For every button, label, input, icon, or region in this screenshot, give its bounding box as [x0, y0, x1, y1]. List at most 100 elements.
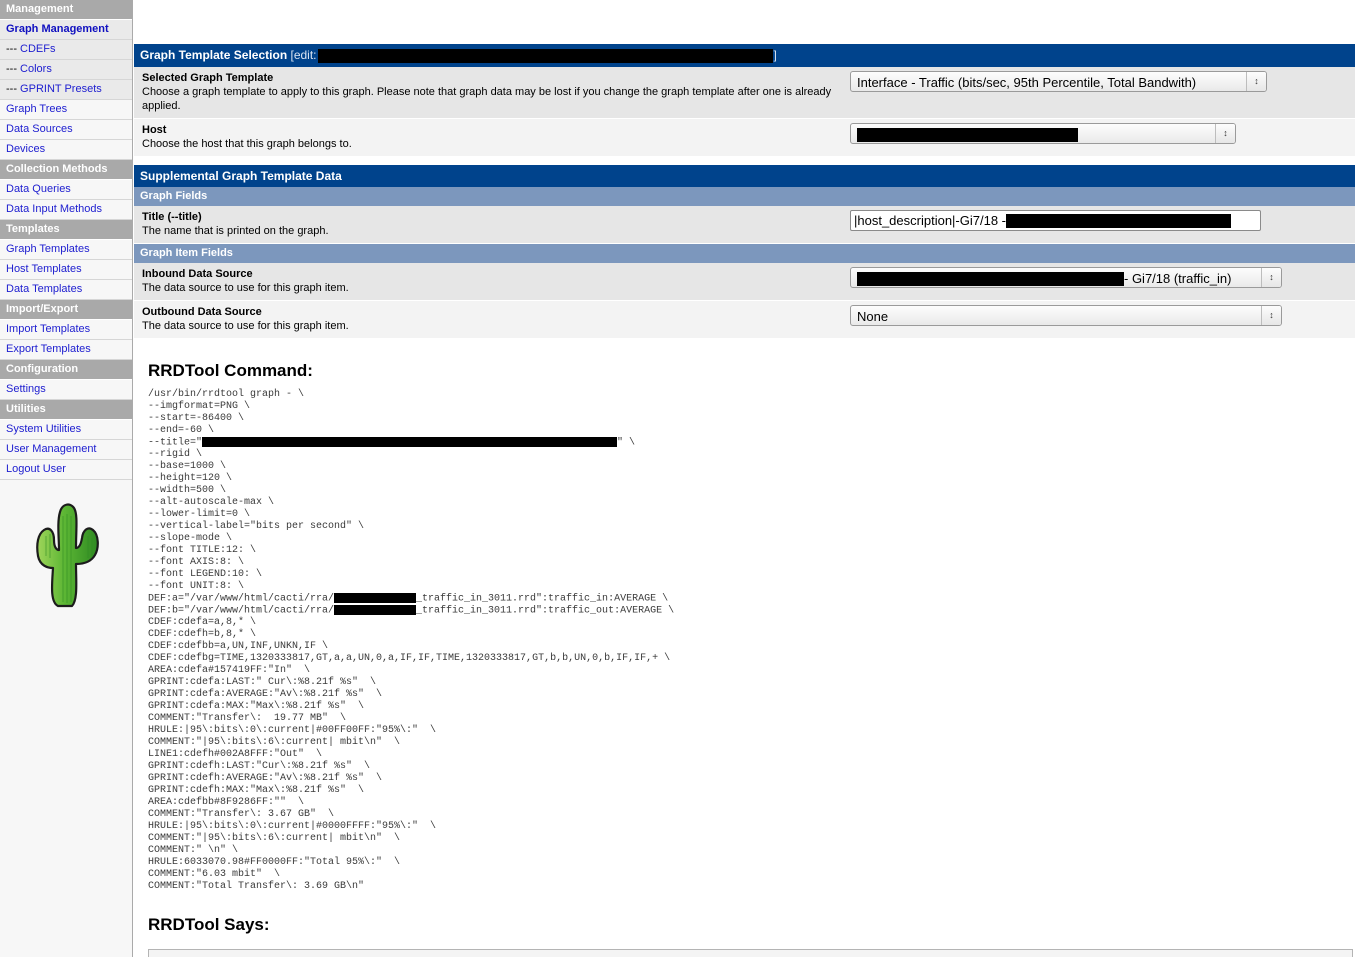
- rrdtool-command-line: --imgformat=PNG \: [148, 400, 251, 412]
- cacti-graph-management-page: Management Graph Management --- CDEFs --- C…: [0, 0, 1361, 957]
- sidebar-item-label: Import Templates: [6, 323, 91, 335]
- sidebar-item-export-templates[interactable]: Export Templates: [0, 340, 132, 360]
- title-field-label: Title (--title): [142, 210, 202, 223]
- title-input-value: |host_description|-Gi7/18 -: [854, 212, 1006, 228]
- title-input[interactable]: |host_description|-Gi7/18 -: [850, 209, 1261, 231]
- host-select-value-redacted: [857, 128, 1078, 143]
- rrdtool-says-heading: RRDTool Says:: [148, 914, 270, 934]
- command-line-redacted: [202, 436, 618, 447]
- inbound-value-redacted: [857, 272, 1124, 287]
- sidebar-group-header: Import/Export: [0, 300, 132, 320]
- sidebar-item-logout-user[interactable]: Logout User: [0, 460, 132, 480]
- selected-graph-template-label-cell: Selected Graph Template Choose a graph t…: [134, 67, 850, 118]
- sidebar-item-label: Graph Management: [6, 23, 109, 35]
- rrdtool-command-line: --rigid \: [148, 448, 203, 460]
- sidebar-item-label: Data Templates: [6, 283, 83, 295]
- rrdtool-command-line: /usr/bin/rrdtool graph - \: [148, 388, 305, 400]
- host-select[interactable]: ↕: [850, 122, 1236, 144]
- sidebar-item-data-sources[interactable]: Data Sources: [0, 120, 132, 140]
- sidebar-item-label: CDEFs: [20, 43, 56, 55]
- sidebar-group-header: Collection Methods: [0, 160, 132, 180]
- rrdtool-command-line: COMMENT:"6.03 mbit" \: [148, 868, 281, 880]
- edit-label: [edit:: [290, 48, 317, 62]
- inbound-label-cell: Inbound Data Source The data source to u…: [134, 263, 850, 300]
- sidebar-item-colors[interactable]: --- Colors: [0, 60, 132, 80]
- command-line-redacted: [334, 592, 417, 603]
- sidebar-group-header: Configuration: [0, 360, 132, 380]
- outbound-data-source-select[interactable]: None ↕: [850, 304, 1282, 326]
- sidebar-item-label: Data Sources: [6, 123, 73, 135]
- sidebar-item-data-queries[interactable]: Data Queries: [0, 180, 132, 200]
- sidebar-item-label: GPRINT Presets: [20, 83, 102, 95]
- sidebar-item-cdefs[interactable]: --- CDEFs: [0, 40, 132, 60]
- rrdtool-command-line: GPRINT:cdefh:LAST:"Cur\:%8.21f %s" \: [148, 760, 371, 772]
- command-line-suffix: " \: [617, 437, 636, 449]
- title-label-cell: Title (--title) The name that is printed…: [134, 206, 850, 243]
- outbound-select-value: None: [857, 308, 889, 324]
- selected-graph-template-field-cell: Interface - Traffic (bits/sec, 95th Perc…: [850, 67, 1355, 97]
- sidebar-item-gprint-presets[interactable]: --- GPRINT Presets: [0, 80, 132, 100]
- sidebar-item-label: Data Input Methods: [6, 203, 103, 215]
- chevron-updown-icon: ↕: [1246, 71, 1266, 91]
- rrdtool-command-line: --height=120 \: [148, 472, 233, 484]
- rrdtool-command-line: DEF:a="/var/www/html/cacti/rra/ _traffic_…: [148, 592, 1361, 605]
- row-host: Host Choose the host that this graph bel…: [134, 118, 1355, 157]
- rrdtool-command-line: --lower-limit=0 \: [148, 508, 251, 520]
- rrdtool-command-line: HRULE:|95\:bits\:0\:current|#00FF00FF:"9…: [148, 724, 437, 736]
- graph-template-select-value: Interface - Traffic (bits/sec, 95th Perc…: [857, 74, 1197, 90]
- sidebar-item-label: Graph Trees: [6, 103, 68, 115]
- rrdtool-says-box: [148, 948, 1353, 957]
- title-field-desc: The name that is printed on the graph.: [142, 224, 329, 237]
- sidebar-group-header: Templates: [0, 220, 132, 240]
- rrdtool-command-line: --base=1000 \: [148, 460, 227, 472]
- sidebar-item-system-utilities[interactable]: System Utilities: [0, 420, 132, 440]
- sidebar-item-label: Export Templates: [6, 343, 91, 355]
- inbound-data-source-select[interactable]: - Gi7/18 (traffic_in) ↕: [850, 266, 1282, 288]
- sidebar-group-header: Management: [0, 0, 132, 20]
- supplemental-graph-template-data-panel: Supplemental Graph Template Data Graph F…: [134, 164, 1355, 339]
- outbound-label-cell: Outbound Data Source The data source to …: [134, 301, 850, 338]
- sidebar-item-graph-templates[interactable]: Graph Templates: [0, 240, 132, 260]
- sidebar-item-data-input-methods[interactable]: Data Input Methods: [0, 200, 132, 220]
- graph-template-selection-panel: Graph Template Selection [edit:] Selecte…: [134, 44, 1355, 157]
- sidebar: Management Graph Management --- CDEFs --- C…: [0, 0, 133, 957]
- sidebar-item-graph-management[interactable]: Graph Management: [0, 20, 132, 40]
- sidebar-item-label: System Utilities: [6, 423, 82, 435]
- rrdtool-command-line: GPRINT:cdefh:AVERAGE:"Av\:%8.21f %s" \: [148, 772, 383, 784]
- sidebar-item-graph-trees[interactable]: Graph Trees: [0, 100, 132, 120]
- graph-template-select[interactable]: Interface - Traffic (bits/sec, 95th Perc…: [850, 70, 1267, 92]
- sidebar-item-label: Host Templates: [6, 263, 82, 275]
- selected-graph-template-label: Selected Graph Template: [142, 71, 274, 84]
- row-selected-graph-template: Selected Graph Template Choose a graph t…: [134, 66, 1355, 119]
- sidebar-item-label: Settings: [6, 383, 46, 395]
- rrdtool-command-line: COMMENT:"Transfer\: 19.77 MB" \: [148, 712, 347, 724]
- rrdtool-command-line: CDEF:cdefbb=a,UN,INF,UNKN,IF \: [148, 640, 329, 652]
- chevron-updown-icon: ↕: [1261, 305, 1281, 325]
- rrdtool-command-line: --alt-autoscale-max \: [148, 496, 275, 508]
- sidebar-item-data-templates[interactable]: Data Templates: [0, 280, 132, 300]
- rrdtool-command-block: /usr/bin/rrdtool graph - \ --imgformat=PN…: [148, 389, 1361, 893]
- chevron-updown-icon: ↕: [1215, 123, 1235, 143]
- outbound-select-cell: None ↕: [850, 301, 1355, 331]
- rrdtool-command-line: GPRINT:cdefh:MAX:"Max\:%8.21f %s" \: [148, 784, 365, 796]
- sidebar-item-settings[interactable]: Settings: [0, 380, 132, 400]
- sidebar-item-devices[interactable]: Devices: [0, 140, 132, 160]
- sidebar-item-host-templates[interactable]: Host Templates: [0, 260, 132, 280]
- rrdtool-command-line: --slope-mode \: [148, 532, 233, 544]
- sidebar-item-label: Logout User: [6, 463, 66, 475]
- sidebar-item-import-templates[interactable]: Import Templates: [0, 320, 132, 340]
- row-title-field: Title (--title) The name that is printed…: [134, 205, 1355, 244]
- sidebar-item-user-management[interactable]: User Management: [0, 440, 132, 460]
- sidebar-item-label: User Management: [6, 443, 97, 455]
- rrdtool-command-line: GPRINT:cdefa:LAST:" Cur\:%8.21f %s" \: [148, 676, 377, 688]
- rrdtool-command-line: --end=-60 \: [148, 424, 215, 436]
- command-line-redacted: [334, 604, 417, 615]
- rrdtool-command-line: COMMENT:" \n" \: [148, 844, 239, 856]
- outbound-data-source-label: Outbound Data Source: [142, 305, 262, 318]
- host-label-cell: Host Choose the host that this graph bel…: [134, 119, 850, 156]
- rrdtool-command-line: --vertical-label="bits per second" \: [148, 520, 365, 532]
- command-line-prefix: --title=": [148, 437, 203, 449]
- graph-item-fields-subheader: Graph Item Fields: [134, 243, 1355, 263]
- command-line-prefix: DEF:b="/var/www/html/cacti/rra/: [148, 605, 335, 617]
- edit-value-redacted: [317, 48, 773, 63]
